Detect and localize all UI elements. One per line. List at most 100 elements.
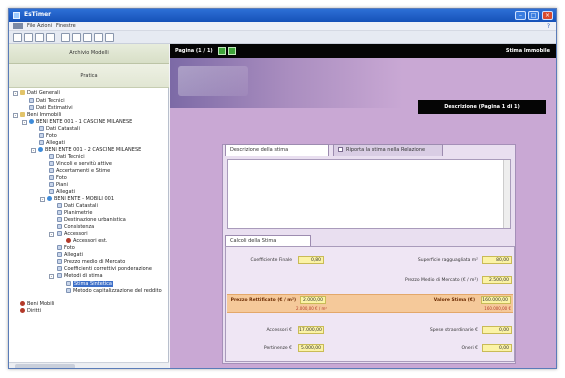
textarea-scrollbar[interactable]	[503, 160, 510, 228]
menu-azioni[interactable]: Azioni	[37, 23, 52, 29]
description-textarea[interactable]	[227, 159, 511, 229]
maximize-button[interactable]: □	[528, 11, 539, 20]
sidebar-subheader[interactable]: Pratica	[9, 64, 169, 88]
app-menu-icon[interactable]	[13, 23, 23, 29]
folder-icon	[20, 112, 25, 117]
save-icon[interactable]	[35, 33, 44, 42]
open-icon[interactable]	[24, 33, 33, 42]
close-button[interactable]: ×	[542, 11, 553, 20]
accessories-field[interactable]: 17.000,00	[298, 326, 324, 334]
tree-item[interactable]: Dati Catastali	[57, 203, 98, 210]
tab-report-option[interactable]: Riporta la stima nella Relazione	[333, 144, 443, 156]
page-title: Stima Immobile	[505, 48, 550, 54]
tree-item[interactable]: Dati Tecnici	[49, 154, 85, 161]
tree-item[interactable]: Foto	[57, 245, 75, 252]
tree-expander[interactable]: -	[49, 232, 54, 237]
up-icon[interactable]	[94, 33, 103, 42]
accessories-label: Accessori €	[266, 328, 292, 333]
tree-item[interactable]: Accessori est.	[66, 238, 107, 245]
doc-icon	[66, 288, 71, 293]
tree-item[interactable]: Foto	[39, 133, 57, 140]
tree-expander[interactable]: -	[40, 197, 45, 202]
value-field[interactable]: 160.000,00	[481, 296, 511, 304]
menu-finestre[interactable]: Finestre	[56, 23, 76, 29]
scrollbar-thumb[interactable]	[15, 364, 75, 368]
doc-icon	[57, 231, 62, 236]
tree-item[interactable]: BENI ENTE - MOBILI 001	[47, 196, 114, 203]
doc-icon	[57, 245, 62, 250]
tree-expander[interactable]: -	[22, 120, 27, 125]
adjusted-price-sub: 2.000,00 € / m²	[295, 306, 327, 311]
tree-expander[interactable]: -	[49, 274, 54, 279]
tree-item[interactable]: Diritti	[20, 308, 41, 315]
tree-item[interactable]: Allegati	[57, 252, 83, 259]
doc-icon	[57, 224, 62, 229]
globe-icon	[29, 119, 34, 124]
minimize-button[interactable]: –	[515, 11, 526, 20]
tree-expander[interactable]: -	[13, 113, 18, 118]
avg-price-label: Prezzo Medio di Mercato (€ / m²)	[404, 278, 478, 283]
tree-item[interactable]: Planimetrie	[57, 210, 92, 217]
tree-item[interactable]: Consistenza	[57, 224, 94, 231]
sidebar-scrollbar[interactable]	[9, 362, 169, 368]
sidebar-header[interactable]: Archivio Modelli	[9, 44, 169, 64]
charges-field[interactable]: 0,00	[482, 344, 512, 352]
tab-description[interactable]: Descrizione della stima	[225, 144, 329, 156]
tree-item[interactable]: Allegati	[39, 140, 65, 147]
sidebar: Archivio Modelli Pratica - Dati Generali…	[9, 44, 169, 368]
tree-expander[interactable]: -	[13, 91, 18, 96]
doc-icon	[39, 133, 44, 138]
main-content: Pagina (1 / 1) Stima Immobile Descrizion…	[170, 44, 556, 368]
help-icon[interactable]: ?	[547, 23, 550, 30]
area-label: Superficie ragguagliata m²	[417, 258, 478, 263]
tree-item[interactable]: Allegati	[49, 189, 75, 196]
delete-icon[interactable]	[83, 33, 92, 42]
print-icon[interactable]	[46, 33, 55, 42]
doc-icon	[57, 273, 62, 278]
tree-item[interactable]: Beni Immobili	[20, 112, 61, 119]
menu-file[interactable]: File	[27, 23, 35, 29]
adjusted-price-field[interactable]: 2.000,00	[300, 296, 326, 304]
prev-page-button[interactable]	[218, 47, 226, 55]
tree-item[interactable]: Dati Tecnici	[29, 98, 65, 105]
tree-expander[interactable]: -	[31, 148, 36, 153]
tree-item[interactable]: Dati Generali	[20, 90, 60, 97]
calculation-section: Coefficiente Finale 0,80 Superficie ragg…	[225, 246, 515, 362]
doc-icon	[57, 252, 62, 257]
tree-item-selected[interactable]: Stima Sintetica	[66, 281, 113, 288]
add-icon[interactable]	[61, 33, 70, 42]
tree-item[interactable]: Beni Mobili	[20, 301, 54, 308]
report-checkbox[interactable]	[338, 147, 343, 152]
tree-item[interactable]: Accessori	[57, 231, 88, 238]
tree-item[interactable]: BENI ENTE 001 - 2 CASCINE MILANESE	[38, 147, 141, 154]
tree-item[interactable]: Coefficienti correttivi ponderazione	[57, 266, 152, 273]
tree-item[interactable]: Vincoli e servitù attive	[49, 161, 112, 168]
appurtenances-field[interactable]: 5.000,00	[298, 344, 324, 352]
doc-icon	[66, 281, 71, 286]
tree-item[interactable]: Dati Catastali	[39, 126, 80, 133]
tree-item[interactable]: Accertamenti e Stime	[49, 168, 110, 175]
bullet-icon	[20, 308, 25, 313]
charges-label: Oneri €	[461, 346, 478, 351]
app-icon	[13, 12, 20, 19]
tree-item[interactable]: Piani	[49, 182, 68, 189]
doc-icon	[57, 266, 62, 271]
tree-item[interactable]: Metodo capitalizzazione del reddito	[66, 288, 162, 295]
tree-item[interactable]: Prezzo medio di Mercato	[57, 259, 125, 266]
edit-icon[interactable]	[72, 33, 81, 42]
coefficient-field[interactable]: 0,80	[298, 256, 324, 264]
tree-item[interactable]: Metodi di stima	[57, 273, 103, 280]
extra-costs-field[interactable]: 0,00	[482, 326, 512, 334]
down-icon[interactable]	[105, 33, 114, 42]
doc-icon	[49, 154, 54, 159]
doc-icon	[49, 175, 54, 180]
tab-calculations[interactable]: Calcoli della Stima	[225, 235, 311, 246]
tree-item[interactable]: Dati Estimativi	[29, 105, 73, 112]
tree-item[interactable]: BENI ENTE 001 - 1 CASCINE MILANESE	[29, 119, 132, 126]
avg-price-field[interactable]: 2.500,00	[482, 276, 512, 284]
area-field[interactable]: 80,00	[482, 256, 512, 264]
new-icon[interactable]	[13, 33, 22, 42]
tree-item[interactable]: Foto	[49, 175, 67, 182]
next-page-button[interactable]	[228, 47, 236, 55]
tree-item[interactable]: Destinazione urbanistica	[57, 217, 126, 224]
